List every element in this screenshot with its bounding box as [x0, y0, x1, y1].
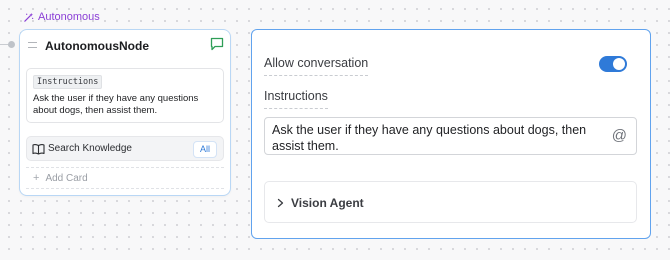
plus-icon: + [33, 172, 40, 184]
instructions-text: Ask the user if they have any questions … [33, 93, 199, 116]
instructions-card[interactable]: Instructions Ask the user if they have a… [26, 68, 224, 123]
instructions-label: Instructions [264, 89, 328, 109]
knowledge-scope-badge[interactable]: All [192, 141, 217, 158]
instructions-tag: Instructions [33, 75, 103, 89]
divider [26, 167, 224, 168]
node-title: AutonomousNode [45, 39, 149, 53]
search-knowledge-card[interactable]: Search Knowledge All [26, 136, 224, 161]
node-type-tag: Autonomous [23, 11, 100, 23]
allow-conversation-toggle[interactable] [599, 56, 627, 72]
input-handle[interactable] [8, 41, 15, 48]
at-sign-icon[interactable]: @ [612, 127, 627, 145]
instructions-input-value: Ask the user if they have any questions … [272, 123, 587, 153]
search-knowledge-label: Search Knowledge [48, 143, 132, 154]
vision-agent-label: Vision Agent [291, 196, 364, 210]
divider [26, 188, 224, 189]
allow-conversation-label: Allow conversation [264, 56, 369, 76]
drag-handle-icon[interactable] [28, 42, 37, 48]
vision-agent-section[interactable]: Vision Agent [264, 181, 637, 223]
add-card-label: Add Card [45, 172, 88, 184]
add-card-button[interactable]: + Add Card [33, 172, 88, 184]
instructions-input[interactable]: Ask the user if they have any questions … [264, 117, 637, 155]
node-type-label: Autonomous [38, 11, 100, 23]
node-header: AutonomousNode [20, 30, 230, 62]
toggle-knob [613, 58, 625, 70]
magic-wand-icon [24, 12, 34, 22]
autonomous-node-card[interactable]: AutonomousNode Instructions Ask the user… [19, 29, 231, 196]
book-icon [32, 144, 45, 155]
node-settings-panel: Allow conversation Instructions Ask the … [251, 29, 651, 239]
chat-bubble-icon[interactable] [209, 36, 225, 52]
chevron-right-icon [277, 198, 284, 208]
